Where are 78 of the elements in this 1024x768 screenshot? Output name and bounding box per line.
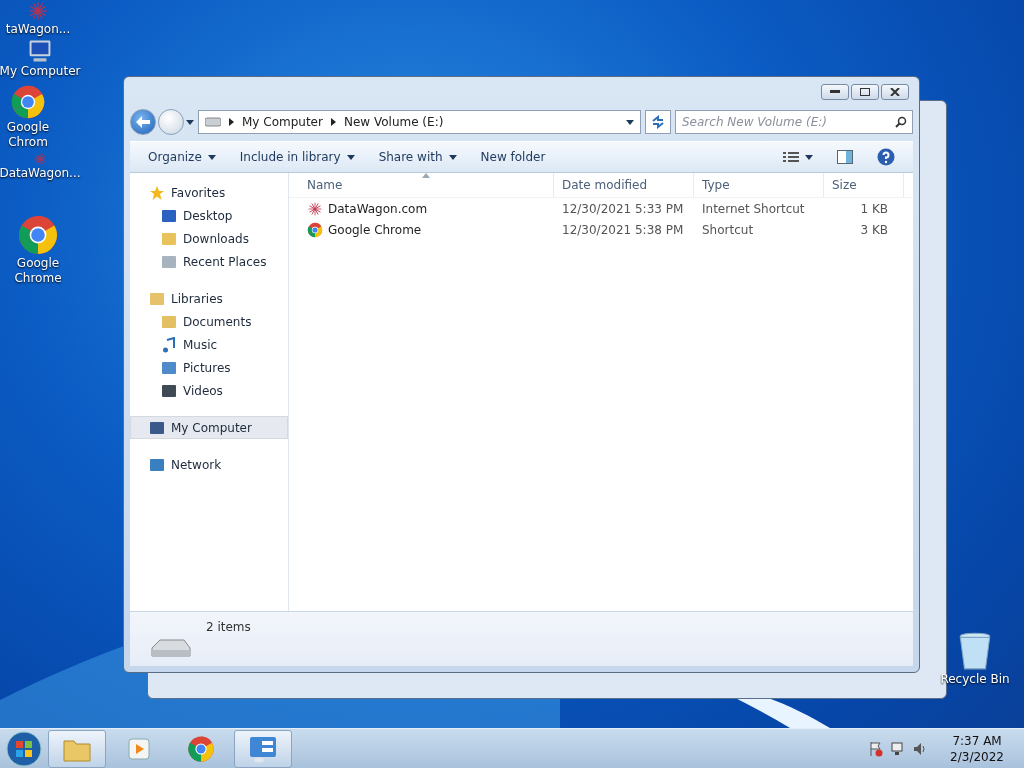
desktop-icon-label[interactable]: My Computer xyxy=(0,64,81,79)
toolbar-button[interactable]: Share with xyxy=(368,146,467,168)
play-icon xyxy=(127,736,151,761)
control-panel-icon xyxy=(248,734,278,763)
desktop-icon-label[interactable]: Google Chrom xyxy=(3,120,53,150)
desktop-icon-label[interactable]: taWagon... xyxy=(5,22,71,37)
caret-icon xyxy=(346,154,355,160)
date-cell-text: 12/30/2021 5:38 PM xyxy=(561,222,685,237)
starburst-icon xyxy=(33,152,47,166)
list-view-icon xyxy=(783,151,799,163)
nav-item[interactable]: Libraries xyxy=(130,287,288,310)
maximize-icon xyxy=(860,88,870,96)
toolbar-button[interactable]: Organize xyxy=(138,146,226,168)
sort-arrow-icon xyxy=(422,173,430,178)
music-note-icon xyxy=(161,336,177,353)
refresh-icon xyxy=(651,115,665,129)
type-cell-text: Internet Shortcut xyxy=(701,201,806,216)
address-bar[interactable]: My Computer New Volume (E:) xyxy=(198,110,641,134)
chrome-icon xyxy=(10,84,46,120)
caret-icon xyxy=(207,154,216,160)
item-count: 2 items xyxy=(206,620,251,634)
start-button[interactable] xyxy=(4,729,44,768)
maximize-button[interactable] xyxy=(851,84,879,100)
nav-item[interactable]: Pictures xyxy=(130,356,288,379)
nav-item[interactable]: Videos xyxy=(130,379,288,402)
caret-icon xyxy=(448,154,457,160)
chevron-icon xyxy=(330,118,336,126)
breadcrumb-item[interactable]: My Computer xyxy=(242,115,323,129)
back-arrow-icon xyxy=(136,116,150,128)
minimize-button[interactable] xyxy=(821,84,849,100)
nav-item[interactable]: Documents xyxy=(130,310,288,333)
preview-pane-icon xyxy=(837,150,853,164)
caret-icon xyxy=(805,154,813,160)
desktop-icon-label[interactable]: Google Chrome xyxy=(0,256,80,286)
nav-item[interactable]: Music xyxy=(130,333,288,356)
size-cell-text: 3 KB xyxy=(859,222,889,237)
column-header[interactable]: Date modified xyxy=(554,173,694,197)
column-header[interactable]: Type xyxy=(694,173,824,197)
search-icon xyxy=(895,116,907,128)
help-icon xyxy=(877,148,895,166)
close-button[interactable] xyxy=(881,84,909,100)
toolbar-button[interactable]: New folder xyxy=(470,146,556,168)
size-cell-text: 1 KB xyxy=(859,201,889,216)
action-center-flag-icon[interactable] xyxy=(868,740,885,757)
clock-time: 7:37 AM xyxy=(952,732,1002,749)
nav-item[interactable]: Desktop xyxy=(130,204,288,227)
clock[interactable]: 7:37 AM 2/3/2022 xyxy=(950,732,1004,765)
column-header[interactable]: Size xyxy=(824,173,904,197)
search-field[interactable]: Search New Volume (E:) xyxy=(675,110,913,134)
desktop-icon-label[interactable]: DataWagon... xyxy=(0,166,81,181)
chevron-icon xyxy=(229,118,234,126)
breadcrumb-item[interactable]: New Volume (E:) xyxy=(343,115,444,129)
date-cell-text: 12/30/2021 5:33 PM xyxy=(561,201,685,216)
refresh-button[interactable] xyxy=(645,110,671,134)
chrome-icon xyxy=(17,214,59,256)
nav-item[interactable]: My Computer xyxy=(130,416,288,439)
column-header[interactable]: Name xyxy=(299,173,554,197)
chrome-icon xyxy=(187,734,215,763)
minimize-icon xyxy=(830,90,840,94)
close-icon xyxy=(890,88,900,96)
clock-date: 2/3/2022 xyxy=(950,748,1004,765)
file-name[interactable]: Google Chrome xyxy=(299,221,554,238)
star-icon xyxy=(149,184,165,201)
taskbar-button[interactable] xyxy=(234,729,292,768)
type-cell-text: Shortcut xyxy=(701,222,755,237)
chrome-icon xyxy=(307,221,323,238)
starburst-icon xyxy=(307,200,323,217)
back-button[interactable] xyxy=(130,109,156,135)
caret-icon xyxy=(626,119,634,125)
nav-item[interactable]: Network xyxy=(130,453,288,476)
drive-icon xyxy=(205,117,221,127)
nav-item[interactable]: Recent Places xyxy=(130,250,288,273)
nav-item[interactable]: Downloads xyxy=(130,227,288,250)
starburst-icon xyxy=(27,0,49,22)
caret-icon xyxy=(186,119,194,125)
nav-item[interactable]: Favorites xyxy=(130,181,288,204)
file-name[interactable]: DataWagon.com xyxy=(299,200,554,217)
toolbar-button[interactable]: Include in library xyxy=(229,146,365,168)
